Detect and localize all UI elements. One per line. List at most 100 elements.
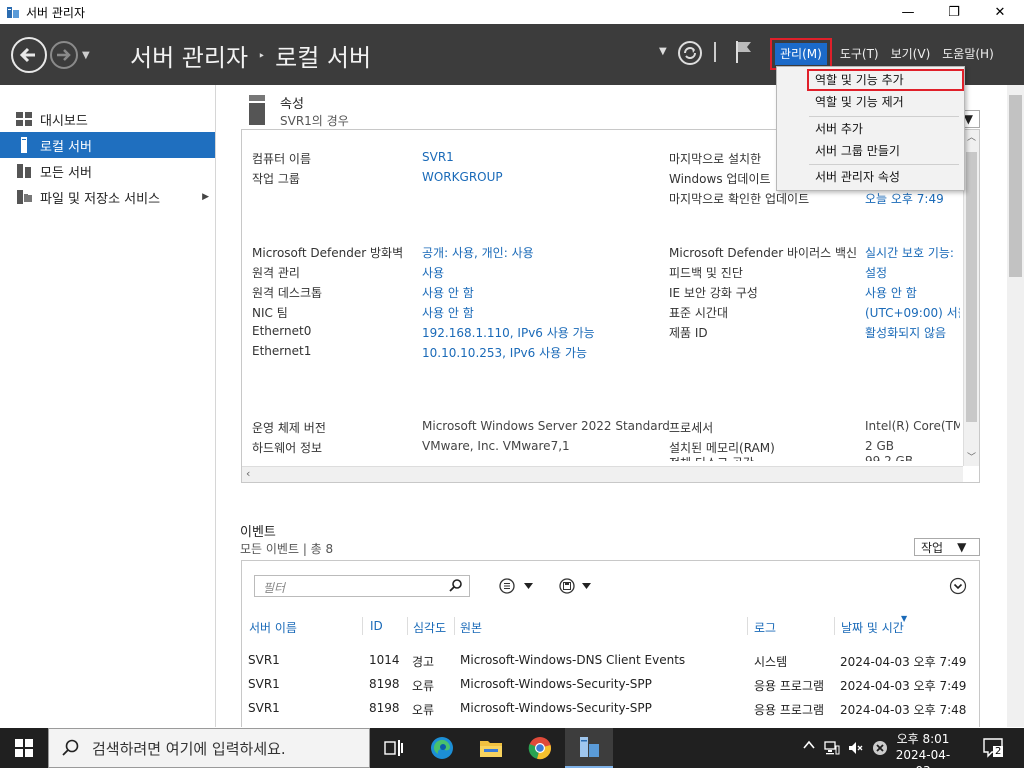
ie-esc-link[interactable]: 사용 안 함 (865, 284, 917, 301)
edge-taskbar-button[interactable] (418, 728, 466, 768)
arrow-left-icon (19, 47, 35, 63)
menu-item-create-server-group[interactable]: 서버 그룹 만들기 (778, 140, 963, 162)
maximize-button[interactable]: ❐ (931, 0, 977, 24)
prop-label: Microsoft Defender 방화벽 (252, 246, 404, 260)
remote-management-link[interactable]: 사용 (422, 264, 444, 281)
defender-antivirus-link[interactable]: 실시간 보호 기능: (865, 244, 960, 261)
sidebar-item-local-server[interactable]: 로컬 서버 (0, 132, 215, 158)
chrome-taskbar-button[interactable] (516, 728, 564, 768)
processor-value: Intel(R) Core(TM) (865, 419, 960, 433)
menu-item-add-roles-features[interactable]: 역할 및 기능 추가 (807, 69, 964, 91)
folder-icon (480, 741, 502, 757)
sidebar-item-file-storage[interactable]: 파일 및 저장소 서비스 ▶ (0, 184, 215, 210)
events-title: 이벤트 (240, 525, 276, 540)
workgroup-link[interactable]: WORKGROUP (422, 170, 503, 184)
scroll-left-icon[interactable]: ‹ (246, 467, 250, 480)
cell-id: 8198 (369, 701, 400, 715)
ethernet0-link[interactable]: 192.168.1.110, IPv6 사용 가능 (422, 324, 595, 341)
file-explorer-taskbar-button[interactable] (467, 728, 515, 768)
volume-muted-icon[interactable] (848, 740, 864, 760)
notification-flag-icon[interactable] (734, 39, 754, 68)
cell-log: 응용 프로그램 (754, 679, 825, 693)
column-date-time[interactable]: 날짜 및 시간 (841, 619, 904, 636)
remote-desktop-link[interactable]: 사용 안 함 (422, 284, 474, 301)
file-storage-icon (16, 189, 32, 205)
menu-tools[interactable]: 도구(T) (835, 43, 884, 65)
show-hidden-icons-chevron-icon[interactable] (803, 739, 815, 755)
firewall-link[interactable]: 공개: 사용, 개인: 사용 (422, 244, 534, 261)
cell-source: Microsoft-Windows-DNS Client Events (460, 653, 686, 667)
breadcrumb-root[interactable]: 서버 관리자 (130, 38, 248, 73)
close-button[interactable]: ✕ (977, 0, 1023, 24)
refresh-icon[interactable] (677, 40, 703, 69)
refresh-dropdown-icon[interactable]: ▼ (659, 46, 667, 57)
column-server-name[interactable]: 서버 이름 (249, 619, 297, 636)
list-options-icon[interactable] (498, 577, 538, 598)
sidebar-item-dashboard[interactable]: 대시보드 (0, 106, 215, 132)
window-titlebar: 서버 관리자 — ❐ ✕ (0, 0, 1024, 24)
taskbar-clock[interactable]: 오후 8:01 2024-04-03 (893, 731, 953, 768)
task-view-button[interactable] (370, 728, 418, 768)
breadcrumb-current: 로컬 서버 (275, 44, 372, 72)
menu-view[interactable]: 보기(V) (886, 43, 936, 65)
start-button[interactable] (0, 728, 48, 768)
page-vertical-scrollbar[interactable] (1007, 85, 1024, 727)
sidebar-item-all-servers[interactable]: 모든 서버 (0, 158, 215, 184)
filter-input[interactable]: 필터 (254, 575, 470, 597)
server-manager-taskbar-button[interactable] (565, 728, 613, 768)
cell-server: SVR1 (248, 701, 280, 715)
prop-label: 전체 디스크 공간 (669, 454, 754, 461)
menu-separator (809, 116, 959, 117)
window-title: 서버 관리자 (26, 5, 86, 20)
forward-button[interactable] (50, 41, 78, 69)
save-query-icon[interactable] (558, 577, 598, 598)
menu-item-server-manager-properties[interactable]: 서버 관리자 속성 (778, 166, 963, 188)
network-icon[interactable] (824, 740, 840, 760)
prop-label: NIC 팀 (252, 306, 288, 320)
last-checked-update-link[interactable]: 오늘 오후 7:49 (865, 190, 944, 207)
column-divider (834, 617, 835, 635)
properties-vertical-scrollbar[interactable]: ︿ ﹀ (963, 130, 979, 466)
column-log[interactable]: 로그 (754, 619, 776, 636)
events-tasks-label: 작업 (921, 540, 944, 555)
column-severity[interactable]: 심각도 (413, 619, 446, 636)
notification-center-button[interactable]: 2 (983, 738, 1005, 762)
expand-section-icon[interactable] (949, 577, 967, 598)
timezone-link[interactable]: (UTC+09:00) 서울 (865, 304, 960, 321)
properties-subtitle: SVR1의 경우 (280, 114, 349, 128)
events-tasks-button[interactable]: 작업 ▼ (914, 538, 980, 556)
menu-bar: 관리(M) 도구(T) 보기(V) 도움말(H) (770, 38, 999, 70)
ethernet1-link[interactable]: 10.10.10.253, IPv6 사용 가능 (422, 344, 587, 361)
scrollbar-thumb[interactable] (1009, 95, 1022, 277)
prop-label: 작업 그룹 (252, 172, 300, 186)
breadcrumb: 서버 관리자 ‣ 로컬 서버 (130, 38, 371, 73)
scroll-up-icon[interactable]: ︿ (967, 130, 976, 143)
history-dropdown-icon[interactable]: ▼ (82, 50, 90, 61)
column-divider (747, 617, 748, 635)
prop-label: IE 보안 강화 구성 (669, 286, 758, 300)
chevron-right-icon[interactable]: ▶ (202, 192, 209, 202)
menu-manage[interactable]: 관리(M) (770, 38, 832, 70)
sidebar-item-label: 로컬 서버 (40, 139, 92, 155)
scrollbar-thumb[interactable] (966, 152, 977, 422)
menu-item-remove-roles-features[interactable]: 역할 및 기능 제거 (778, 91, 963, 113)
product-id-link[interactable]: 활성화되지 않음 (865, 324, 946, 341)
computer-name-link[interactable]: SVR1 (422, 150, 454, 164)
menu-item-add-servers[interactable]: 서버 추가 (778, 118, 963, 140)
prop-label: 프로세서 (669, 421, 714, 435)
server-manager-app-icon (6, 5, 20, 19)
menu-help[interactable]: 도움말(H) (937, 43, 999, 65)
taskbar-search-box[interactable]: 검색하려면 여기에 입력하세요. (48, 728, 370, 768)
scroll-down-icon[interactable]: ﹀ (967, 450, 976, 463)
minimize-button[interactable]: — (885, 0, 931, 24)
back-button[interactable] (11, 37, 47, 73)
column-id[interactable]: ID (370, 619, 383, 633)
feedback-link[interactable]: 설정 (865, 264, 887, 281)
all-servers-icon (16, 163, 32, 179)
properties-horizontal-scrollbar[interactable]: ‹ (242, 466, 963, 482)
search-icon[interactable] (449, 578, 463, 595)
cell-log: 시스템 (754, 655, 788, 669)
column-source[interactable]: 원본 (460, 619, 482, 636)
nic-team-link[interactable]: 사용 안 함 (422, 304, 474, 321)
error-status-icon[interactable] (872, 740, 888, 760)
